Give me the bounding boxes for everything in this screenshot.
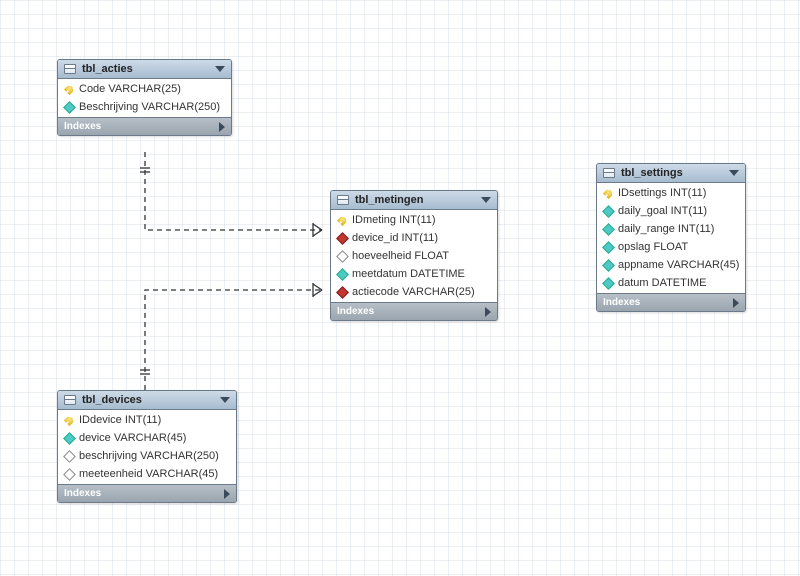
diamond-icon — [602, 205, 615, 218]
key-icon — [64, 414, 75, 425]
entity-title: tbl_acties — [82, 63, 209, 75]
key-icon — [64, 83, 75, 94]
entity-title: tbl_devices — [82, 394, 214, 406]
table-icon — [603, 168, 615, 178]
column-text: meetdatum DATETIME — [352, 268, 465, 280]
collapse-icon[interactable] — [220, 397, 230, 403]
expand-icon[interactable] — [485, 307, 491, 317]
column-row[interactable]: beschrijving VARCHAR(250) — [58, 447, 236, 465]
indexes-label: Indexes — [64, 121, 101, 132]
columns-list: Code VARCHAR(25) Beschrijving VARCHAR(25… — [58, 79, 231, 117]
diamond-icon — [63, 101, 76, 114]
diamond-icon — [602, 223, 615, 236]
column-row[interactable]: device VARCHAR(45) — [58, 429, 236, 447]
key-icon — [337, 214, 348, 225]
column-row[interactable]: appname VARCHAR(45) — [597, 256, 745, 274]
column-row[interactable]: opslag FLOAT — [597, 238, 745, 256]
column-text: daily_range INT(11) — [618, 223, 714, 235]
expand-icon[interactable] — [219, 122, 225, 132]
indexes-label: Indexes — [603, 297, 640, 308]
diamond-icon — [63, 432, 76, 445]
entity-header[interactable]: tbl_settings — [597, 164, 745, 183]
column-text: IDdevice INT(11) — [79, 414, 161, 426]
entity-tbl-metingen[interactable]: tbl_metingen IDmeting INT(11) device_id … — [330, 190, 498, 321]
column-row[interactable]: daily_goal INT(11) — [597, 202, 745, 220]
diamond-icon — [336, 268, 349, 281]
table-icon — [64, 64, 76, 74]
indexes-section[interactable]: Indexes — [58, 117, 231, 135]
column-text: device VARCHAR(45) — [79, 432, 186, 444]
diamond-icon — [336, 250, 349, 263]
columns-list: IDmeting INT(11) device_id INT(11) hoeve… — [331, 210, 497, 302]
column-text: appname VARCHAR(45) — [618, 259, 739, 271]
diamond-icon — [602, 259, 615, 272]
column-text: device_id INT(11) — [352, 232, 438, 244]
column-row[interactable]: Beschrijving VARCHAR(250) — [58, 98, 231, 116]
expand-icon[interactable] — [733, 298, 739, 308]
entity-title: tbl_settings — [621, 167, 723, 179]
columns-list: IDsettings INT(11) daily_goal INT(11) da… — [597, 183, 745, 293]
indexes-section[interactable]: Indexes — [58, 484, 236, 502]
entity-tbl-devices[interactable]: tbl_devices IDdevice INT(11) device VARC… — [57, 390, 237, 503]
indexes-section[interactable]: Indexes — [331, 302, 497, 320]
column-text: IDmeting INT(11) — [352, 214, 436, 226]
expand-icon[interactable] — [224, 489, 230, 499]
diamond-icon — [602, 277, 615, 290]
indexes-section[interactable]: Indexes — [597, 293, 745, 311]
entity-header[interactable]: tbl_metingen — [331, 191, 497, 210]
column-row[interactable]: daily_range INT(11) — [597, 220, 745, 238]
column-row[interactable]: IDdevice INT(11) — [58, 411, 236, 429]
indexes-label: Indexes — [64, 488, 101, 499]
column-row[interactable]: meetdatum DATETIME — [331, 265, 497, 283]
diamond-icon — [63, 450, 76, 463]
column-row[interactable]: datum DATETIME — [597, 274, 745, 292]
entity-header[interactable]: tbl_devices — [58, 391, 236, 410]
entity-header[interactable]: tbl_acties — [58, 60, 231, 79]
column-row[interactable]: Code VARCHAR(25) — [58, 80, 231, 98]
column-row[interactable]: IDsettings INT(11) — [597, 184, 745, 202]
column-text: hoeveelheid FLOAT — [352, 250, 449, 262]
column-row[interactable]: IDmeting INT(11) — [331, 211, 497, 229]
column-text: actiecode VARCHAR(25) — [352, 286, 475, 298]
column-row[interactable]: meeteenheid VARCHAR(45) — [58, 465, 236, 483]
diamond-icon — [602, 241, 615, 254]
entity-tbl-settings[interactable]: tbl_settings IDsettings INT(11) daily_go… — [596, 163, 746, 312]
column-text: Beschrijving VARCHAR(250) — [79, 101, 220, 113]
column-row[interactable]: actiecode VARCHAR(25) — [331, 283, 497, 301]
column-text: datum DATETIME — [618, 277, 706, 289]
indexes-label: Indexes — [337, 306, 374, 317]
column-text: opslag FLOAT — [618, 241, 688, 253]
column-row[interactable]: device_id INT(11) — [331, 229, 497, 247]
columns-list: IDdevice INT(11) device VARCHAR(45) besc… — [58, 410, 236, 484]
table-icon — [337, 195, 349, 205]
diamond-icon — [336, 232, 349, 245]
key-icon — [603, 187, 614, 198]
diamond-icon — [63, 468, 76, 481]
column-text: meeteenheid VARCHAR(45) — [79, 468, 218, 480]
column-row[interactable]: hoeveelheid FLOAT — [331, 247, 497, 265]
column-text: daily_goal INT(11) — [618, 205, 707, 217]
collapse-icon[interactable] — [481, 197, 491, 203]
column-text: beschrijving VARCHAR(250) — [79, 450, 219, 462]
collapse-icon[interactable] — [729, 170, 739, 176]
diamond-icon — [336, 286, 349, 299]
entity-tbl-acties[interactable]: tbl_acties Code VARCHAR(25) Beschrijving… — [57, 59, 232, 136]
collapse-icon[interactable] — [215, 66, 225, 72]
column-text: Code VARCHAR(25) — [79, 83, 181, 95]
table-icon — [64, 395, 76, 405]
entity-title: tbl_metingen — [355, 194, 475, 206]
column-text: IDsettings INT(11) — [618, 187, 706, 199]
